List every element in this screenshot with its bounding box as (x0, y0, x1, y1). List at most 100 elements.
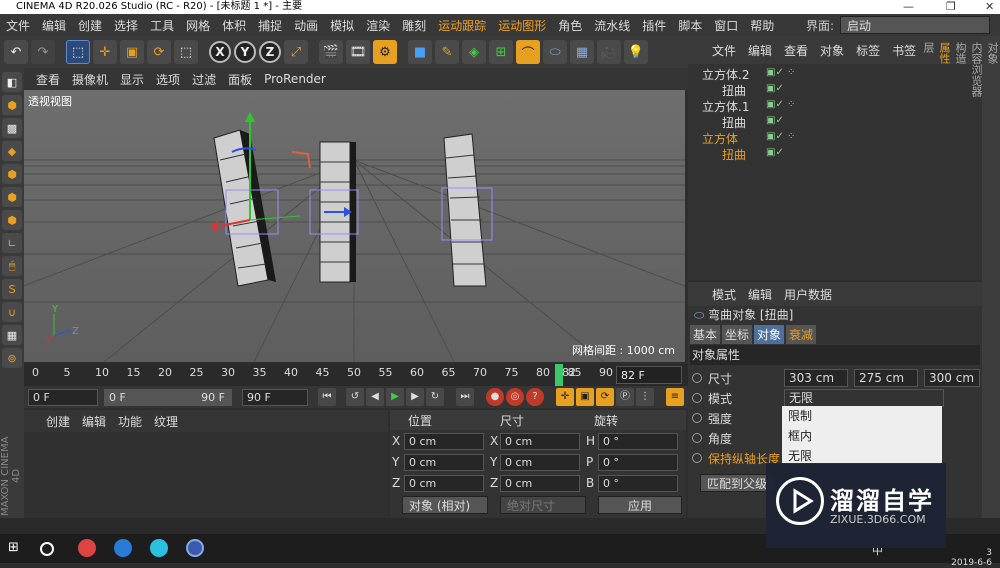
right-tab[interactable]: 构造 (952, 42, 968, 504)
menu-item[interactable]: 插件 (636, 17, 672, 34)
object-menu-item[interactable]: 标签 (850, 42, 886, 59)
tab-coord[interactable]: 坐标 (722, 325, 753, 344)
menu-item[interactable]: 捕捉 (252, 17, 288, 34)
pos-y-field[interactable]: 0 cm (404, 454, 484, 471)
child-object-tags[interactable]: ▣✓ (766, 147, 784, 158)
key-rotation-icon[interactable]: ⟳ (596, 388, 614, 406)
camera-icon[interactable]: 🎥 (597, 40, 621, 64)
timeline-menu-icon[interactable]: ≡ (666, 388, 684, 406)
make-editable-icon[interactable]: ◧ (2, 72, 22, 92)
menu-item[interactable]: 选择 (108, 17, 144, 34)
key-pla-icon[interactable]: ⋮ (636, 388, 654, 406)
undo-icon[interactable]: ↶ (4, 40, 28, 64)
size-x-value[interactable]: 303 cm (784, 369, 848, 387)
rotate-icon[interactable]: ⟳ (147, 40, 171, 64)
viewport-menu-item[interactable]: 摄像机 (66, 71, 114, 88)
viewport-menu-item[interactable]: 面板 (222, 71, 258, 88)
viewport-menu-item[interactable]: 显示 (114, 71, 150, 88)
axis-mode-icon[interactable]: ∟ (2, 233, 22, 253)
menu-item[interactable]: 运动图形 (492, 17, 552, 34)
menu-item[interactable]: 动画 (288, 17, 324, 34)
tab-falloff[interactable]: 衰减 (786, 325, 817, 344)
x-axis-icon[interactable]: X (209, 41, 231, 63)
goto-start-icon[interactable]: ⏮ (318, 388, 336, 406)
ie-icon[interactable] (114, 539, 132, 557)
material-menu-item[interactable]: 创建 (40, 413, 76, 430)
render-settings-icon[interactable]: ⚙ (373, 40, 397, 64)
key-scale-icon[interactable]: ▣ (576, 388, 594, 406)
select-icon[interactable]: ⬚ (66, 40, 90, 64)
render-picture-icon[interactable]: 🎞 (346, 40, 370, 64)
polygons-mode-icon[interactable]: ⬢ (2, 210, 22, 230)
viewport-menu-item[interactable]: 过滤 (186, 71, 222, 88)
interface-dropdown[interactable]: 启动 (840, 16, 990, 34)
tab-object[interactable]: 对象 (754, 325, 785, 344)
menu-item[interactable]: 脚本 (672, 17, 708, 34)
viewport-menu-item[interactable]: ProRender (258, 72, 332, 86)
edges-mode-icon[interactable]: ⬢ (2, 187, 22, 207)
frame-range-slider[interactable]: 0 F 90 F (104, 389, 232, 406)
material-area[interactable] (24, 432, 388, 518)
attribute-menu-item[interactable]: 模式 (706, 286, 742, 303)
play-icon[interactable]: ▶ (386, 388, 404, 406)
rot-b-field[interactable]: 0 ° (598, 475, 678, 492)
menu-item[interactable]: 雕刻 (396, 17, 432, 34)
right-tab[interactable]: 层 (920, 42, 936, 504)
goto-end-icon[interactable]: ⏭ (456, 388, 474, 406)
right-tab[interactable]: 对象 (984, 42, 1000, 504)
key-position-icon[interactable]: ✛ (556, 388, 574, 406)
model-mode-icon[interactable]: ⬢ (2, 95, 22, 115)
next-frame-icon[interactable]: ▶ (406, 388, 424, 406)
size-y-field[interactable]: 0 cm (500, 454, 580, 471)
right-tab[interactable]: 属性 (936, 42, 952, 504)
maximize-button[interactable]: ❐ (946, 0, 956, 14)
object-menu-item[interactable]: 查看 (778, 42, 814, 59)
sky-icon[interactable]: ▦ (570, 40, 594, 64)
timeline-ruler[interactable]: 0 5 10 15 20 25 30 35 40 45 50 55 60 65 70 75 80 85 90 (24, 364, 688, 386)
menu-item[interactable]: 角色 (552, 17, 588, 34)
object-tags[interactable]: ▣✓ ⁘ (766, 67, 795, 78)
menu-item[interactable]: 文件 (0, 17, 36, 34)
snap-icon[interactable]: Ｓ (2, 279, 22, 299)
attribute-menu-item[interactable]: 用户数据 (778, 286, 838, 303)
app-icon-2[interactable] (150, 539, 168, 557)
child-object-tags[interactable]: ▣✓ (766, 83, 784, 94)
menu-item[interactable]: 运动跟踪 (432, 17, 492, 34)
light-icon[interactable]: 💡 (624, 40, 648, 64)
render-view-icon[interactable]: 🎬 (319, 40, 343, 64)
child-object-name[interactable]: 扭曲 (722, 82, 746, 99)
viewport-menu-item[interactable]: 选项 (150, 71, 186, 88)
lock-workplane-icon[interactable]: ∪ (2, 302, 22, 322)
coord-mode-dropdown[interactable]: 对象 (相对) (402, 496, 488, 514)
rot-p-field[interactable]: 0 ° (598, 454, 678, 471)
size-x-field[interactable]: 0 cm (500, 433, 580, 450)
autokey-icon[interactable]: ◎ (506, 388, 524, 406)
object-tags[interactable]: ▣✓ ⁘ (766, 131, 795, 142)
tab-basic[interactable]: 基本 (690, 325, 721, 344)
object-menu-item[interactable]: 编辑 (742, 42, 778, 59)
floor-icon[interactable]: ⬭ (543, 40, 567, 64)
size-y-value[interactable]: 275 cm (854, 369, 918, 387)
object-menu-item[interactable]: 书签 (886, 42, 922, 59)
windows-start-icon[interactable]: ⊞ (8, 541, 22, 555)
scale-icon[interactable]: ▣ (120, 40, 144, 64)
angle-anim-dot[interactable] (692, 433, 702, 443)
apply-button[interactable]: 应用 (598, 496, 682, 514)
option-within-box[interactable]: 框内 (782, 426, 942, 446)
minimize-button[interactable]: — (903, 0, 914, 14)
mode-anim-dot[interactable] (692, 393, 702, 403)
menu-item[interactable]: 编辑 (36, 17, 72, 34)
child-object-name[interactable]: 扭曲 (722, 146, 746, 163)
option-limited[interactable]: 限制 (782, 406, 942, 426)
record-icon[interactable]: ● (486, 388, 504, 406)
pos-x-field[interactable]: 0 cm (404, 433, 484, 450)
clock[interactable]: 3 2019-6-6 (951, 548, 992, 568)
menu-item[interactable]: 网格 (180, 17, 216, 34)
menu-item[interactable]: 窗口 (708, 17, 744, 34)
subdivision-icon[interactable]: ◈ (462, 40, 486, 64)
viewport-menu-item[interactable]: 查看 (30, 71, 66, 88)
attribute-menu-item[interactable]: 编辑 (742, 286, 778, 303)
pos-z-field[interactable]: 0 cm (404, 475, 484, 492)
object-menu-item[interactable]: 对象 (814, 42, 850, 59)
material-menu-item[interactable]: 功能 (112, 413, 148, 430)
